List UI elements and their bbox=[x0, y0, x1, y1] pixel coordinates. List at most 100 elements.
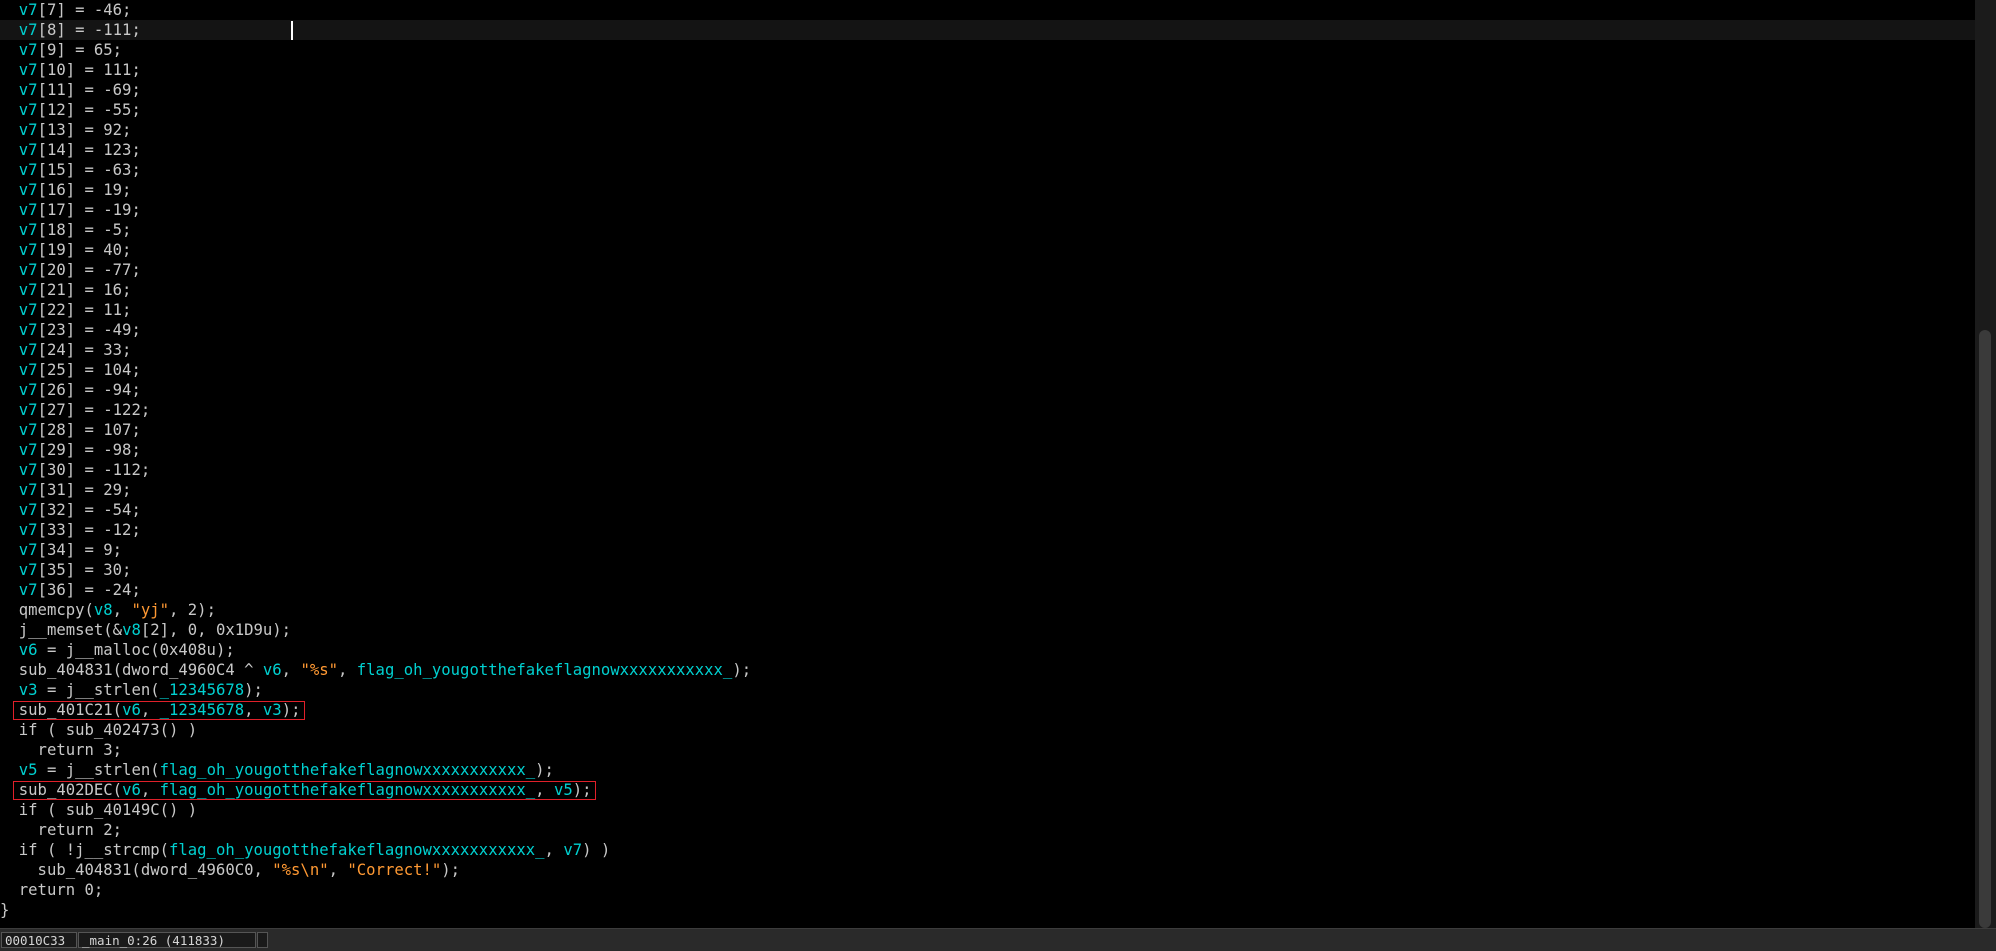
code-identifier[interactable]: v7 bbox=[19, 241, 38, 259]
code-identifier[interactable]: v7 bbox=[19, 61, 38, 79]
vertical-scrollbar[interactable] bbox=[1975, 0, 1996, 928]
code-identifier[interactable]: v5 bbox=[19, 761, 38, 779]
code-identifier[interactable]: v7 bbox=[19, 421, 38, 439]
code-identifier[interactable]: v7 bbox=[19, 201, 38, 219]
code-identifier[interactable]: v7 bbox=[19, 101, 38, 119]
code-line[interactable]: v7[20] = -77; bbox=[0, 260, 1975, 280]
code-identifier[interactable]: v7 bbox=[19, 81, 38, 99]
code-line[interactable]: v7[10] = 111; bbox=[0, 60, 1975, 80]
code-identifier[interactable]: v7 bbox=[19, 481, 38, 499]
code-line[interactable]: v7[16] = 19; bbox=[0, 180, 1975, 200]
code-identifier[interactable]: v7 bbox=[563, 841, 582, 859]
code-identifier[interactable]: v7 bbox=[19, 181, 38, 199]
code-identifier[interactable]: v7 bbox=[19, 381, 38, 399]
code-text: [30] = -112; bbox=[37, 461, 151, 479]
code-line[interactable]: return 3; bbox=[0, 740, 1975, 760]
code-line[interactable]: v7[11] = -69; bbox=[0, 80, 1975, 100]
code-identifier[interactable]: v7 bbox=[19, 281, 38, 299]
code-identifier[interactable]: v7 bbox=[19, 121, 38, 139]
code-line[interactable]: v7[33] = -12; bbox=[0, 520, 1975, 540]
code-identifier[interactable]: v7 bbox=[19, 341, 38, 359]
code-line[interactable]: v7[30] = -112; bbox=[0, 460, 1975, 480]
code-identifier[interactable]: v7 bbox=[19, 21, 38, 39]
code-text: j__memset(& bbox=[0, 621, 123, 639]
code-identifier[interactable]: v7 bbox=[19, 221, 38, 239]
code-line[interactable]: v7[34] = 9; bbox=[0, 540, 1975, 560]
code-line[interactable]: v7[31] = 29; bbox=[0, 480, 1975, 500]
code-line[interactable]: v7[25] = 104; bbox=[0, 360, 1975, 380]
code-text: if ( !j__strcmp( bbox=[0, 841, 169, 859]
code-identifier[interactable]: v7 bbox=[19, 561, 38, 579]
code-identifier[interactable]: _12345678 bbox=[160, 681, 245, 699]
code-identifier[interactable]: v7 bbox=[19, 361, 38, 379]
code-identifier[interactable]: v6 bbox=[263, 661, 282, 679]
code-identifier[interactable]: v7 bbox=[19, 161, 38, 179]
code-line[interactable]: v7[23] = -49; bbox=[0, 320, 1975, 340]
code-line[interactable]: return 0; bbox=[0, 880, 1975, 900]
code-identifier[interactable]: v7 bbox=[19, 141, 38, 159]
code-line[interactable]: v7[35] = 30; bbox=[0, 560, 1975, 580]
code-line[interactable]: v7[14] = 123; bbox=[0, 140, 1975, 160]
code-line[interactable]: v7[18] = -5; bbox=[0, 220, 1975, 240]
code-identifier[interactable]: v7 bbox=[19, 541, 38, 559]
code-line[interactable]: v7[24] = 33; bbox=[0, 340, 1975, 360]
code-identifier[interactable]: flag_oh_yougotthefakeflagnowxxxxxxxxxxx_ bbox=[160, 761, 536, 779]
code-line[interactable]: v7[28] = 107; bbox=[0, 420, 1975, 440]
code-identifier[interactable]: v7 bbox=[19, 441, 38, 459]
code-line[interactable]: sub_404831(dword_4960C0, "%s\n", "Correc… bbox=[0, 860, 1975, 880]
code-identifier[interactable]: v7 bbox=[19, 41, 38, 59]
code-text: [2], 0, 0x1D9u); bbox=[140, 621, 292, 639]
code-line[interactable]: v7[29] = -98; bbox=[0, 440, 1975, 460]
code-line[interactable]: j__memset(&v8[2], 0, 0x1D9u); bbox=[0, 620, 1975, 640]
code-identifier[interactable]: v7 bbox=[19, 261, 38, 279]
code-line[interactable]: v7[8] = -111; bbox=[0, 20, 1975, 40]
code-identifier[interactable]: v7 bbox=[19, 401, 38, 419]
code-line[interactable]: v7[13] = 92; bbox=[0, 120, 1975, 140]
code-identifier[interactable]: v7 bbox=[19, 301, 38, 319]
code-line[interactable]: v7[26] = -94; bbox=[0, 380, 1975, 400]
code-line[interactable]: v7[9] = 65; bbox=[0, 40, 1975, 60]
code-text: ); bbox=[441, 861, 461, 879]
code-line[interactable]: v7[17] = -19; bbox=[0, 200, 1975, 220]
code-line[interactable]: sub_404831(dword_4960C4 ^ v6, "%s", flag… bbox=[0, 660, 1975, 680]
code-line[interactable]: v7[7] = -46; bbox=[0, 0, 1975, 20]
code-line[interactable]: if ( sub_40149C() ) bbox=[0, 800, 1975, 820]
code-line[interactable]: v7[27] = -122; bbox=[0, 400, 1975, 420]
code-line[interactable]: } bbox=[0, 900, 1975, 920]
code-identifier[interactable]: v8 bbox=[94, 601, 113, 619]
code-line[interactable]: v7[21] = 16; bbox=[0, 280, 1975, 300]
code-text: [17] = -19; bbox=[37, 201, 141, 219]
code-line[interactable]: if ( sub_402473() ) bbox=[0, 720, 1975, 740]
code-identifier[interactable]: flag_oh_yougotthefakeflagnowxxxxxxxxxxx_ bbox=[357, 661, 733, 679]
code-identifier[interactable]: flag_oh_yougotthefakeflagnowxxxxxxxxxxx_ bbox=[169, 841, 545, 859]
code-line[interactable]: v7[22] = 11; bbox=[0, 300, 1975, 320]
code-line[interactable]: v5 = j__strlen(flag_oh_yougotthefakeflag… bbox=[0, 760, 1975, 780]
code-identifier[interactable]: v7 bbox=[19, 521, 38, 539]
code-line[interactable]: v7[15] = -63; bbox=[0, 160, 1975, 180]
code-line[interactable]: return 2; bbox=[0, 820, 1975, 840]
code-line[interactable]: v7[36] = -24; bbox=[0, 580, 1975, 600]
pseudocode-view[interactable]: v7[7] = -46; v7[8] = -111; v7[9] = 65; v… bbox=[0, 0, 1975, 928]
code-identifier[interactable]: v7 bbox=[19, 581, 38, 599]
code-line[interactable]: qmemcpy(v8, "yj", 2); bbox=[0, 600, 1975, 620]
code-line[interactable]: v6 = j__malloc(0x408u); bbox=[0, 640, 1975, 660]
code-line[interactable]: v7[19] = 40; bbox=[0, 240, 1975, 260]
code-identifier[interactable]: v7 bbox=[19, 501, 38, 519]
code-line[interactable]: v7[32] = -54; bbox=[0, 500, 1975, 520]
code-identifier[interactable]: v8 bbox=[122, 621, 141, 639]
code-line[interactable]: if ( !j__strcmp(flag_oh_yougotthefakefla… bbox=[0, 840, 1975, 860]
code-line[interactable]: v3 = j__strlen(_12345678); bbox=[0, 680, 1975, 700]
code-identifier[interactable]: v6 bbox=[19, 641, 38, 659]
scrollbar-thumb[interactable] bbox=[1979, 330, 1991, 928]
code-identifier[interactable]: v3 bbox=[19, 681, 38, 699]
code-identifier[interactable]: v7 bbox=[19, 1, 38, 19]
code-identifier[interactable]: v7 bbox=[19, 321, 38, 339]
code-identifier[interactable]: v7 bbox=[19, 461, 38, 479]
code-line[interactable]: v7[12] = -55; bbox=[0, 100, 1975, 120]
